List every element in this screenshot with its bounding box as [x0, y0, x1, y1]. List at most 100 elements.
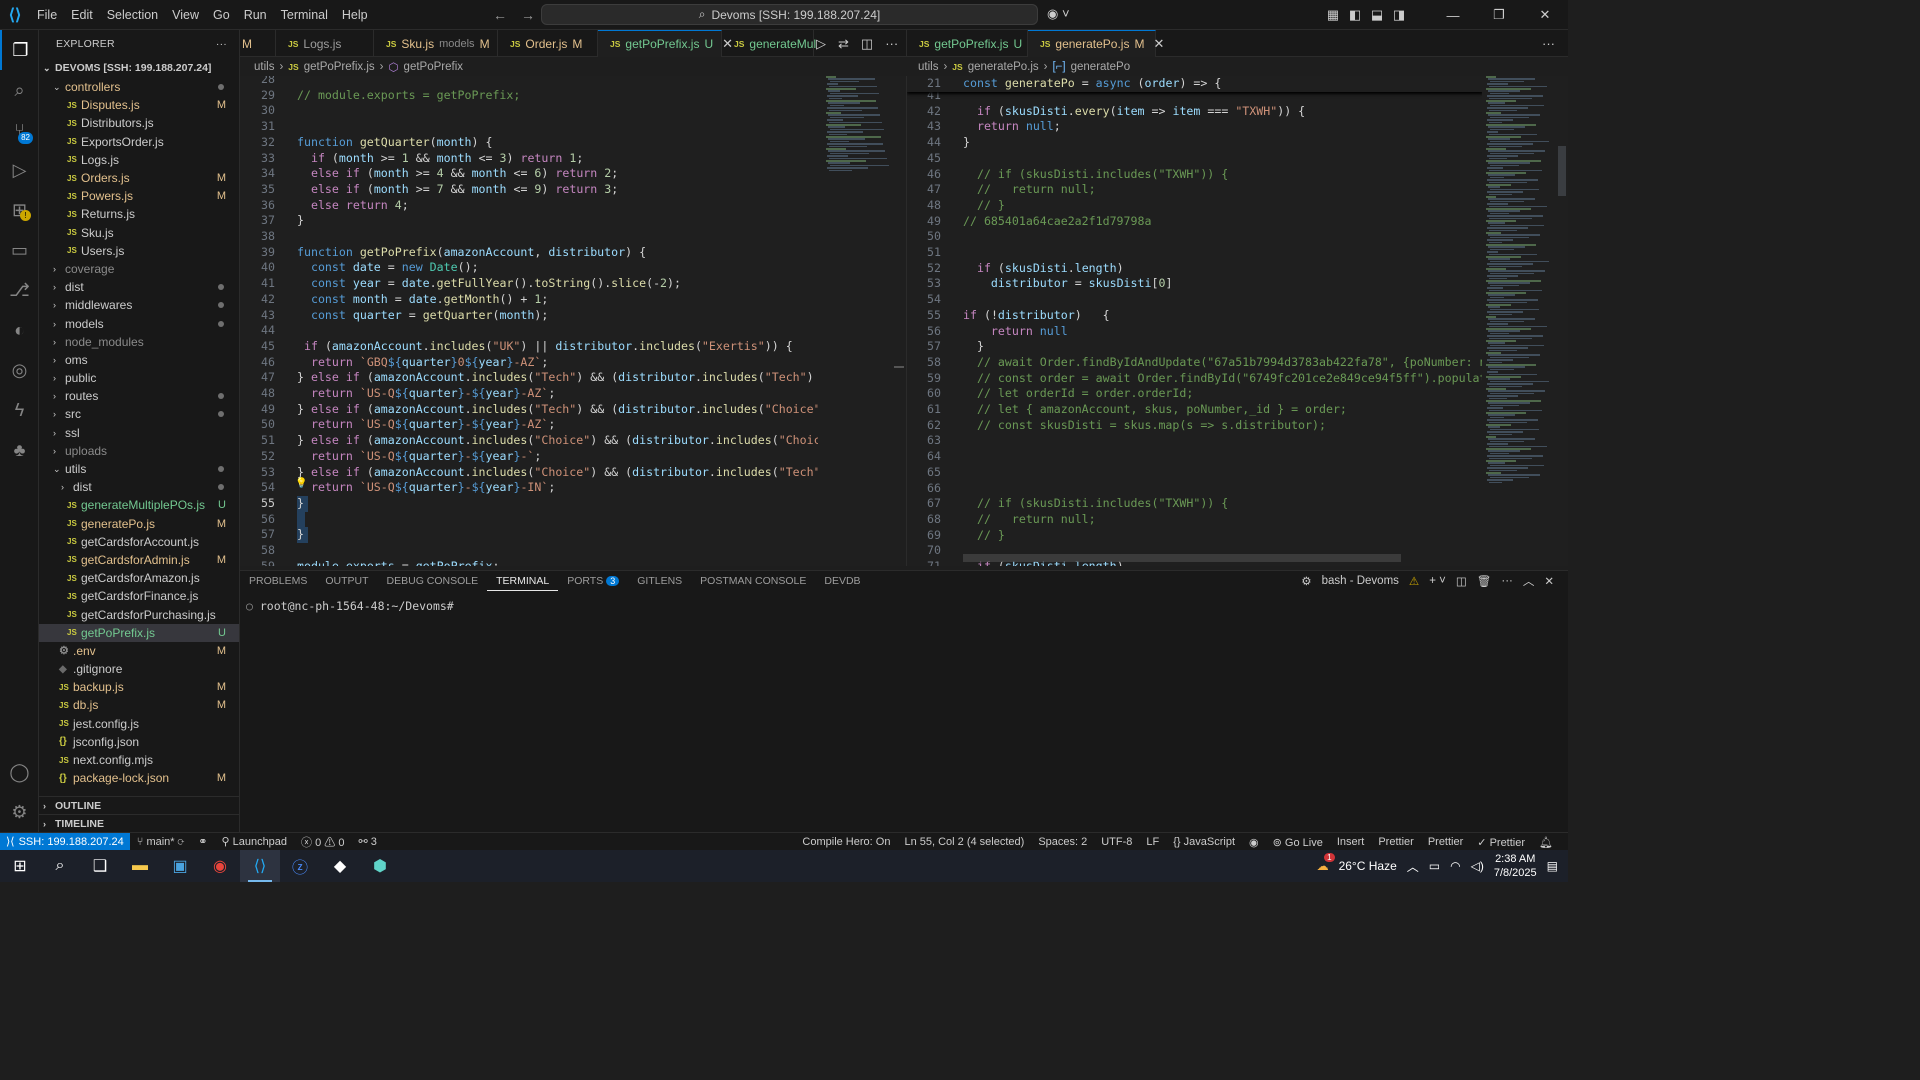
prettier-1[interactable]: Prettier	[1371, 836, 1420, 848]
timeline-graph-icon[interactable]: ◎	[0, 350, 39, 390]
source-control-icon[interactable]: ⑂ 82	[0, 110, 39, 150]
copilot-status-icon[interactable]: ◉	[1242, 836, 1266, 849]
tab-generatemultiple[interactable]: JS generateMul	[722, 30, 816, 57]
store-icon[interactable]: ▣	[160, 850, 200, 882]
notifications-bell-icon[interactable]: 🔔︎	[1532, 836, 1560, 849]
tree-file[interactable]: JS getCardsforAmazon.js	[39, 569, 239, 587]
restore-button[interactable]: ❐	[1476, 7, 1522, 23]
run-debug-icon[interactable]: ▷	[0, 150, 39, 190]
code-editor-right[interactable]: 41 42 if (skusDisti.every(item => item ==…	[906, 76, 1482, 566]
more-actions-icon[interactable]: ···	[1501, 575, 1513, 587]
split-editor-icon[interactable]: ◫	[861, 36, 873, 52]
tree-file[interactable]: JS backup.js M	[39, 678, 239, 696]
tree-folder[interactable]: › oms	[39, 351, 239, 369]
timeline-section[interactable]: › TIMELINE	[39, 814, 239, 832]
tree-file[interactable]: JS getCardsforFinance.js	[39, 587, 239, 605]
minimap-right[interactable]	[1482, 76, 1568, 566]
task-view-icon[interactable]: ❑	[80, 850, 120, 882]
tree-file[interactable]: JS Sku.js	[39, 224, 239, 242]
account-icon[interactable]: ◯	[0, 752, 39, 792]
eol[interactable]: LF	[1139, 836, 1166, 848]
tree-folder[interactable]: › src	[39, 405, 239, 423]
search-icon[interactable]: ⌕	[40, 850, 80, 882]
panel-tab-devdb[interactable]: DEVDB	[815, 571, 869, 591]
tree-file[interactable]: JS next.config.mjs	[39, 751, 239, 769]
tree-folder[interactable]: ⌄ utils	[39, 460, 239, 478]
tree-file[interactable]: JS Disputes.js M	[39, 96, 239, 114]
maximize-panel-icon[interactable]: ︿	[1523, 573, 1535, 589]
tree-file[interactable]: JS generateMultiplePOs.js U	[39, 496, 239, 514]
tree-file[interactable]: JS ExportsOrder.js	[39, 133, 239, 151]
tree-folder[interactable]: › uploads	[39, 442, 239, 460]
insert-mode[interactable]: Insert	[1330, 836, 1372, 848]
close-panel-icon[interactable]: ✕	[1544, 574, 1554, 588]
compare-changes-icon[interactable]: ⇄	[838, 36, 849, 52]
back-arrow-icon[interactable]: ←	[493, 7, 507, 23]
file-explorer-icon[interactable]: ▬	[120, 850, 160, 882]
python-icon[interactable]: ♣	[0, 430, 39, 470]
menu-item-go[interactable]: Go	[206, 0, 237, 30]
menu-item-run[interactable]: Run	[237, 0, 274, 30]
workspace-root[interactable]: ⌄ DEVOMS [SSH: 199.188.207.24]	[39, 58, 239, 78]
tree-file[interactable]: JS getCardsforAdmin.js M	[39, 551, 239, 569]
toggle-panel-icon[interactable]: ⬓	[1366, 7, 1388, 23]
tree-folder[interactable]: › dist	[39, 478, 239, 496]
panel-tab-gitlens[interactable]: GITLENS	[628, 571, 691, 591]
weather-label[interactable]: 26°C Haze	[1339, 859, 1397, 873]
minimap-left[interactable]	[818, 76, 906, 566]
horizontal-scrollbar[interactable]	[963, 554, 1401, 562]
sticky-scroll-line[interactable]: 21 const generatePo = async (order) => {	[907, 76, 1482, 92]
wifi-icon[interactable]: ◠	[1450, 859, 1460, 873]
volume-icon[interactable]: ◁)	[1471, 859, 1484, 873]
remote-indicator[interactable]: ⟩⟨ SSH: 199.188.207.24	[0, 832, 130, 851]
zoom-icon[interactable]: ⓩ	[280, 850, 320, 882]
thunder-client-icon[interactable]: ϟ	[0, 390, 39, 430]
search-view-icon[interactable]: ⌕	[0, 70, 39, 110]
breadcrumb-file[interactable]: generatePo.js	[968, 61, 1039, 73]
tree-file[interactable]: JS getCardsforPurchasing.js	[39, 605, 239, 623]
lightbulb-icon[interactable]: 💡	[295, 478, 307, 489]
extensions-icon[interactable]: ⊞!	[0, 190, 39, 230]
menu-item-terminal[interactable]: Terminal	[274, 0, 335, 30]
tree-file[interactable]: JS Users.js	[39, 242, 239, 260]
code-editor-left[interactable]: 28 29 // module.exports = getPoPrefix; 30 31…	[240, 76, 818, 566]
tree-folder[interactable]: › coverage	[39, 260, 239, 278]
tab-sku[interactable]: JS Sku.js models M	[374, 30, 498, 57]
prettier-3[interactable]: ✓ Prettier	[1470, 836, 1532, 849]
encoding[interactable]: UTF-8	[1094, 836, 1139, 848]
tab-getpoprefix-active[interactable]: JS getPoPrefix.js U ✕	[598, 30, 733, 57]
panel-tab-postman-console[interactable]: POSTMAN CONSOLE	[691, 571, 815, 591]
panel-tab-debug-console[interactable]: DEBUG CONSOLE	[378, 571, 488, 591]
go-live[interactable]: ⊚ Go Live	[1266, 836, 1330, 849]
tree-folder[interactable]: › node_modules	[39, 333, 239, 351]
breadcrumb-folder[interactable]: utils	[254, 61, 274, 73]
command-center-search[interactable]: ⌕ Devoms [SSH: 199.188.207.24]	[541, 4, 1038, 25]
panel-tab-output[interactable]: OUTPUT	[316, 571, 377, 591]
tree-folder[interactable]: › public	[39, 369, 239, 387]
tree-file[interactable]: JS db.js M	[39, 696, 239, 714]
tree-file[interactable]: JS getCardsforAccount.js	[39, 533, 239, 551]
prettier-2[interactable]: Prettier	[1421, 836, 1470, 848]
breadcrumb-symbol[interactable]: getPoPrefix	[404, 61, 463, 73]
sync-icon[interactable]: ⟳	[178, 836, 185, 848]
tree-file[interactable]: JS Orders.js M	[39, 169, 239, 187]
tree-file[interactable]: ◆ .gitignore	[39, 660, 239, 678]
new-terminal-icon[interactable]: + ˅	[1429, 575, 1446, 587]
tab-logs[interactable]: JS Logs.js	[276, 30, 374, 57]
explorer-icon[interactable]: ❐	[0, 30, 39, 70]
branch-indicator[interactable]: ⑂ main* ⟳	[130, 836, 191, 848]
tree-folder[interactable]: › routes	[39, 387, 239, 405]
panel-tab-ports[interactable]: PORTS 3	[558, 571, 628, 591]
terminal-name[interactable]: bash - Devoms	[1322, 575, 1399, 587]
problems-indicator[interactable]: ⓧ 0 ⚠ 0	[294, 834, 351, 850]
notification-center-icon[interactable]: ▤	[1547, 859, 1558, 873]
menu-item-selection[interactable]: Selection	[100, 0, 165, 30]
close-tab-icon[interactable]: ✕	[1153, 36, 1164, 52]
vscode-taskbar-icon[interactable]: ⟨⟩	[240, 850, 280, 882]
tree-folder[interactable]: › dist	[39, 278, 239, 296]
customize-layout-icon[interactable]: ▦	[1322, 7, 1344, 23]
compile-hero-item[interactable]: Compile Hero: On	[795, 836, 897, 848]
tree-file[interactable]: {} jsconfig.json	[39, 733, 239, 751]
breadcrumb-file[interactable]: getPoPrefix.js	[304, 61, 375, 73]
minimize-button[interactable]: —	[1430, 8, 1476, 23]
